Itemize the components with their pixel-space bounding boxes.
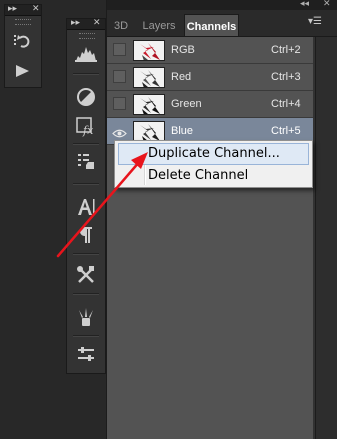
- tab-channels[interactable]: Channels: [184, 14, 239, 36]
- strip-grip[interactable]: [15, 19, 31, 25]
- brushes-icon[interactable]: [73, 305, 99, 329]
- visibility-toggle[interactable]: [113, 43, 126, 56]
- history-icon[interactable]: [9, 29, 35, 53]
- menu-item-duplicate-channel[interactable]: Duplicate Channel...: [118, 143, 309, 165]
- paragraph-icon[interactable]: [73, 223, 99, 247]
- adjustments-icon[interactable]: [73, 85, 99, 109]
- character-icon[interactable]: [73, 195, 99, 219]
- channels-empty-area: [107, 145, 313, 439]
- eye-icon[interactable]: [112, 126, 127, 138]
- strip-divider: [73, 293, 99, 295]
- close-icon[interactable]: ✕: [32, 4, 40, 15]
- visibility-toggle[interactable]: [113, 70, 126, 83]
- channel-shortcut: Ctrl+4: [271, 98, 301, 110]
- layer-comps-icon[interactable]: [73, 149, 99, 173]
- channel-row-red[interactable]: Red Ctrl+3: [107, 64, 313, 91]
- history-actions-strip: ▸▸ ✕: [4, 4, 42, 88]
- channel-shortcut: Ctrl+2: [271, 44, 301, 56]
- channel-name: Red: [171, 71, 192, 83]
- collapse-icon[interactable]: ▸▸: [71, 18, 80, 29]
- channel-name: Green: [171, 98, 202, 110]
- menu-item-delete-channel[interactable]: Delete Channel: [118, 165, 309, 187]
- svg-text:fx: fx: [82, 124, 94, 137]
- expand-panels-icon[interactable]: ◂◂: [300, 0, 309, 10]
- histogram-icon[interactable]: [73, 41, 99, 65]
- strip-header: ▸▸ ✕: [5, 4, 41, 16]
- channel-row-green[interactable]: Green Ctrl+4: [107, 91, 313, 118]
- channels-panel: ◂◂ ✕ 3D Layers Channels ▾☰ RGB Ctrl+2 Re…: [106, 0, 337, 439]
- actions-play-icon[interactable]: [9, 59, 35, 83]
- panel-icons-strip: ▸▸ ✕ fx: [66, 18, 106, 374]
- panel-scrollbar[interactable]: [315, 37, 337, 439]
- strip-header: ▸▸ ✕: [67, 18, 105, 30]
- strip-divider: [73, 183, 99, 185]
- panel-menu-icon[interactable]: ▾☰: [308, 15, 322, 29]
- strip-divider: [73, 73, 99, 75]
- panel-tabbar: 3D Layers Channels ▾☰: [107, 10, 337, 37]
- context-menu: Duplicate Channel... Delete Channel: [114, 140, 313, 188]
- tool-presets-icon[interactable]: [73, 263, 99, 287]
- strip-grip[interactable]: [79, 33, 95, 39]
- channel-name: RGB: [171, 44, 195, 56]
- visibility-toggle[interactable]: [113, 97, 126, 110]
- strip-divider: [73, 335, 99, 337]
- collapse-icon[interactable]: ▸▸: [8, 4, 17, 15]
- channel-thumbnail: [133, 121, 165, 142]
- channel-shortcut: Ctrl+3: [271, 71, 301, 83]
- close-icon[interactable]: ✕: [93, 18, 101, 29]
- channel-row-rgb[interactable]: RGB Ctrl+2: [107, 37, 313, 64]
- tab-3d[interactable]: 3D: [109, 14, 133, 36]
- properties-icon[interactable]: [73, 343, 99, 367]
- channel-thumbnail: [133, 94, 165, 115]
- strip-divider: [73, 253, 99, 255]
- channel-thumbnail: [133, 40, 165, 61]
- tab-layers[interactable]: Layers: [139, 14, 179, 36]
- channel-thumbnail: [133, 67, 165, 88]
- close-panel-icon[interactable]: ✕: [323, 0, 331, 10]
- strip-divider: [73, 143, 99, 145]
- panel-topbar: ◂◂ ✕: [107, 0, 337, 10]
- styles-fx-icon[interactable]: fx: [73, 115, 99, 139]
